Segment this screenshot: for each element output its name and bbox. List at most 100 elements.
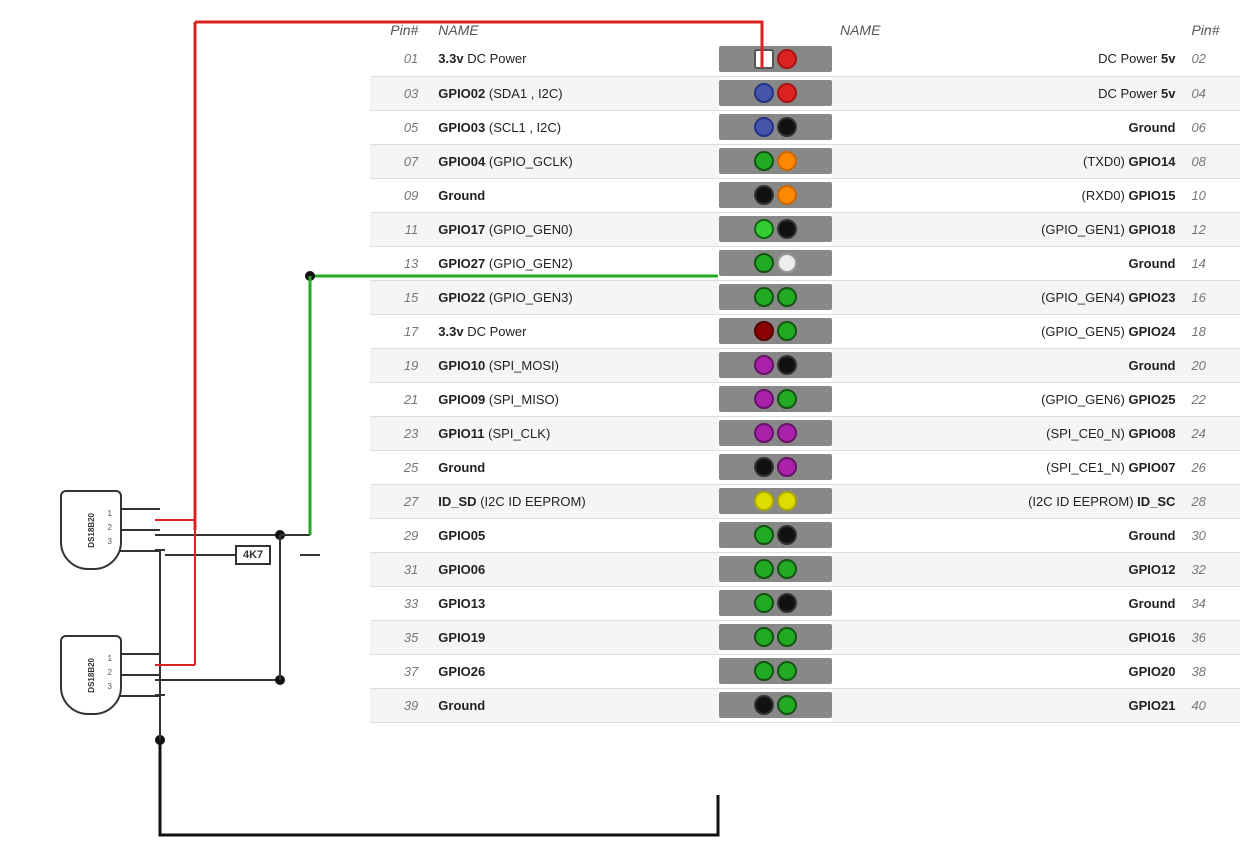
pin-num-right: 12: [1183, 212, 1240, 246]
name-right: (GPIO_GEN6) GPIO25: [832, 382, 1183, 416]
sensor-2-label: DS18B20: [87, 658, 96, 693]
pin-num-right: 22: [1183, 382, 1240, 416]
name-left: GPIO27 (GPIO_GEN2): [430, 246, 719, 280]
connector-pins-cell: [719, 654, 832, 688]
gpio-row: 39GroundGPIO2140: [370, 688, 1240, 722]
name-right: Ground: [832, 348, 1183, 382]
sensor-2-pins: 123: [108, 652, 112, 694]
connector-pins-cell: [719, 246, 832, 280]
connector-pins-cell: [719, 620, 832, 654]
pin-num-left: 27: [370, 484, 430, 518]
pin-num-left: 21: [370, 382, 430, 416]
pin-num-right: 18: [1183, 314, 1240, 348]
gpio-row: 23GPIO11 (SPI_CLK)(SPI_CE0_N) GPIO0824: [370, 416, 1240, 450]
gpio-row: 27ID_SD (I2C ID EEPROM)(I2C ID EEPROM) I…: [370, 484, 1240, 518]
gpio-row: 31GPIO06 GPIO1232: [370, 552, 1240, 586]
connector-pins-cell: [719, 314, 832, 348]
name-right: (SPI_CE0_N) GPIO08: [832, 416, 1183, 450]
connector-pins-cell: [719, 144, 832, 178]
connector-pins-cell: [719, 178, 832, 212]
pin-num-right: 28: [1183, 484, 1240, 518]
name-left: GPIO05: [430, 518, 719, 552]
name-left: GPIO17 (GPIO_GEN0): [430, 212, 719, 246]
gpio-row: 013.3v DC PowerDC Power 5v02: [370, 42, 1240, 76]
pin-num-left: 33: [370, 586, 430, 620]
name-right: GPIO12: [832, 552, 1183, 586]
pin-num-left: 23: [370, 416, 430, 450]
pin-num-right: 26: [1183, 450, 1240, 484]
gpio-row: 25Ground(SPI_CE1_N) GPIO0726: [370, 450, 1240, 484]
gpio-row: 03GPIO02 (SDA1 , I2C)DC Power 5v04: [370, 76, 1240, 110]
name-left: GPIO04 (GPIO_GCLK): [430, 144, 719, 178]
sensor-1: DS18B20 123: [60, 490, 160, 570]
resistor: 4K7: [235, 545, 271, 565]
gpio-row: 19GPIO10 (SPI_MOSI)Ground20: [370, 348, 1240, 382]
name-left: GPIO06: [430, 552, 719, 586]
name-right: (GPIO_GEN1) GPIO18: [832, 212, 1183, 246]
gpio-row: 13GPIO27 (GPIO_GEN2) Ground14: [370, 246, 1240, 280]
gpio-row: 37GPIO26GPIO2038: [370, 654, 1240, 688]
name-right: DC Power 5v: [832, 42, 1183, 76]
pin-num-left: 29: [370, 518, 430, 552]
connector-pins-cell: [719, 688, 832, 722]
connector-pins-cell: [719, 110, 832, 144]
name-left: Ground: [430, 178, 719, 212]
gpio-row: 07GPIO04 (GPIO_GCLK)(TXD0) GPIO1408: [370, 144, 1240, 178]
pin-num-right: 16: [1183, 280, 1240, 314]
name-left: GPIO19: [430, 620, 719, 654]
connector-pins-cell: [719, 552, 832, 586]
name-left: GPIO22 (GPIO_GEN3): [430, 280, 719, 314]
pin-num-left: 03: [370, 76, 430, 110]
name-right: GPIO21: [832, 688, 1183, 722]
pin-num-left: 09: [370, 178, 430, 212]
pin-num-left: 15: [370, 280, 430, 314]
header-pin-left: Pin#: [370, 18, 430, 42]
gpio-row: 21GPIO09 (SPI_MISO) (GPIO_GEN6) GPIO2522: [370, 382, 1240, 416]
pin-num-right: 10: [1183, 178, 1240, 212]
pin-num-right: 38: [1183, 654, 1240, 688]
pin-num-left: 25: [370, 450, 430, 484]
connector-pins-cell: [719, 76, 832, 110]
connector-pins-cell: [719, 416, 832, 450]
connector-pins-cell: [719, 280, 832, 314]
name-left: Ground: [430, 688, 719, 722]
name-right: Ground: [832, 586, 1183, 620]
pin-num-right: 14: [1183, 246, 1240, 280]
pin-num-right: 20: [1183, 348, 1240, 382]
pin-num-right: 30: [1183, 518, 1240, 552]
header-connector: [719, 18, 832, 42]
name-right: Ground: [832, 110, 1183, 144]
name-right: (GPIO_GEN5) GPIO24: [832, 314, 1183, 348]
connector-pins-cell: [719, 348, 832, 382]
name-right: GPIO16: [832, 620, 1183, 654]
pin-num-left: 19: [370, 348, 430, 382]
header-name-right: NAME: [832, 18, 1183, 42]
gpio-row: 05GPIO03 (SCL1 , I2C)Ground06: [370, 110, 1240, 144]
name-right: (SPI_CE1_N) GPIO07: [832, 450, 1183, 484]
pin-num-right: 02: [1183, 42, 1240, 76]
pin-num-left: 17: [370, 314, 430, 348]
gpio-row: 35GPIO19GPIO1636: [370, 620, 1240, 654]
pin-num-left: 13: [370, 246, 430, 280]
header-pin-right: Pin#: [1183, 18, 1240, 42]
pin-num-left: 35: [370, 620, 430, 654]
connector-pins-cell: [719, 586, 832, 620]
pin-num-right: 34: [1183, 586, 1240, 620]
pin-num-left: 05: [370, 110, 430, 144]
pin-num-left: 31: [370, 552, 430, 586]
gpio-row: 09Ground(RXD0) GPIO1510: [370, 178, 1240, 212]
connector-pins-cell: [719, 518, 832, 552]
pin-num-right: 24: [1183, 416, 1240, 450]
name-left: GPIO26: [430, 654, 719, 688]
name-right: DC Power 5v: [832, 76, 1183, 110]
gpio-row: 173.3v DC Power(GPIO_GEN5) GPIO2418: [370, 314, 1240, 348]
name-left: 3.3v DC Power: [430, 42, 719, 76]
gpio-row: 15GPIO22 (GPIO_GEN3)(GPIO_GEN4) GPIO2316: [370, 280, 1240, 314]
gpio-table: Pin# NAME NAME Pin# 013.3v DC PowerDC Po…: [370, 18, 1240, 723]
name-right: (TXD0) GPIO14: [832, 144, 1183, 178]
pin-num-right: 32: [1183, 552, 1240, 586]
name-left: GPIO13: [430, 586, 719, 620]
pin-num-right: 08: [1183, 144, 1240, 178]
name-left: GPIO09 (SPI_MISO): [430, 382, 719, 416]
name-right: Ground: [832, 246, 1183, 280]
